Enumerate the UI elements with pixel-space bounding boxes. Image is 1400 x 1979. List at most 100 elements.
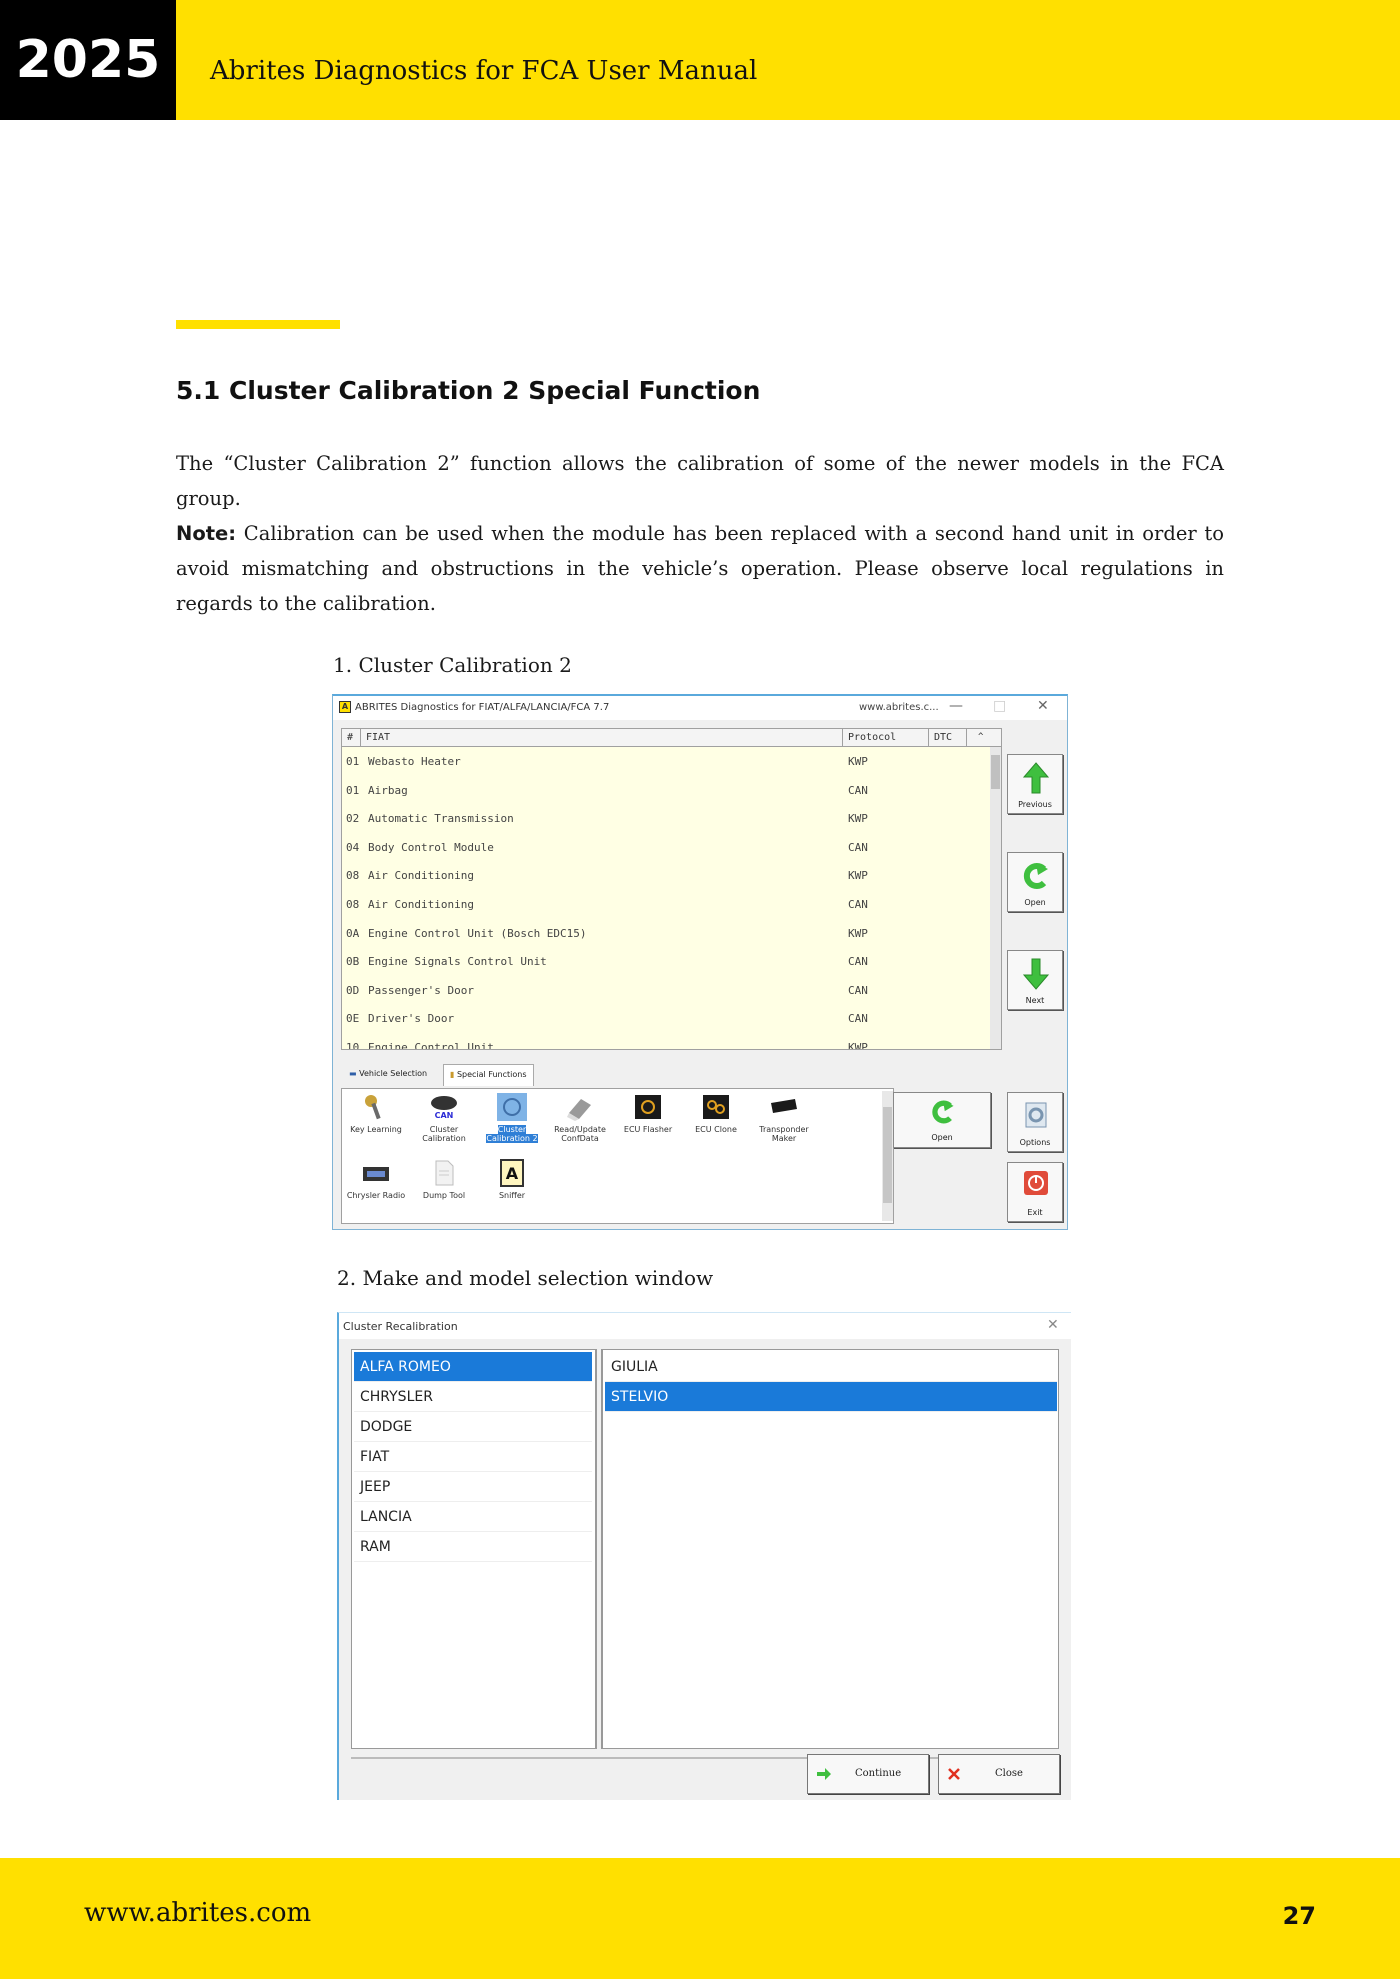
function-key-learning[interactable]: Key Learning [346, 1093, 406, 1134]
function-read-update-confdata[interactable]: Read/Update ConfData [550, 1093, 610, 1143]
scroll-up-icon[interactable]: ^ [978, 732, 983, 742]
function-dump-tool[interactable]: Dump Tool [414, 1159, 474, 1200]
svg-text:CAN: CAN [435, 1111, 454, 1120]
dialog-title: Cluster Recalibration [343, 1320, 458, 1333]
model-list[interactable]: GIULIA STELVIO [601, 1349, 1059, 1749]
module-list-header: # FIAT Protocol DTC ^ [342, 729, 1001, 747]
table-row[interactable]: 02 Automatic Transmission KWP [342, 804, 1001, 833]
tab-vehicle-selection[interactable]: ▬ Vehicle Selection [349, 1064, 427, 1086]
cell-protocol: KWP [848, 755, 868, 768]
function-cluster-calibration-2[interactable]: Cluster Calibration 2 [482, 1093, 542, 1143]
exit-power-icon [1024, 1171, 1048, 1195]
note-label: Note: [176, 522, 237, 545]
cell-protocol: KWP [848, 1041, 868, 1050]
function-ecu-flasher[interactable]: ECU Flasher [618, 1093, 678, 1134]
table-row[interactable]: 01 Airbag CAN [342, 776, 1001, 805]
continue-button[interactable]: Continue [807, 1754, 929, 1794]
list-item[interactable]: CHRYSLER [354, 1382, 592, 1412]
options-button[interactable]: Options [1007, 1092, 1063, 1152]
dialog-titlebar: Cluster Recalibration ✕ [339, 1313, 1071, 1339]
maximize-icon[interactable]: □ [993, 698, 1006, 714]
open-function-button[interactable]: Open [893, 1092, 991, 1148]
cell-protocol: CAN [848, 783, 868, 797]
table-row[interactable]: 0B Engine Signals Control Unit CAN [342, 947, 1001, 976]
cell-protocol: CAN [848, 898, 868, 911]
cluster-gauge-icon: CAN [431, 1096, 457, 1120]
cell-num: 02 [346, 812, 360, 826]
intro-paragraph: The “Cluster Calibration 2” function all… [176, 452, 1224, 510]
close-icon[interactable]: ✕ [1047, 1317, 1059, 1333]
list-item[interactable]: FIAT [354, 1442, 592, 1472]
col-dtc-header[interactable]: DTC [934, 732, 952, 743]
open-module-button[interactable]: Open [1007, 852, 1063, 912]
functions-scrollbar[interactable] [882, 1091, 893, 1221]
module-list-scrollbar[interactable] [990, 747, 1001, 1049]
table-row[interactable]: 0A Engine Control Unit (Bosch EDC15) KWP [342, 919, 1001, 948]
function-sniffer[interactable]: A Sniffer [482, 1159, 542, 1200]
col-num-header[interactable]: # [347, 732, 353, 743]
open-arrow-icon [932, 1100, 954, 1124]
table-row[interactable]: 0E Driver's Door CAN [342, 1004, 1001, 1033]
list-item[interactable]: ALFA ROMEO [354, 1352, 592, 1382]
function-cluster-calibration[interactable]: CAN Cluster Calibration [414, 1093, 474, 1143]
list-item[interactable]: STELVIO [605, 1382, 1057, 1412]
arrow-up-icon [1022, 762, 1050, 794]
cell-name: Engine Control Unit (Bosch EDC15) [368, 926, 587, 940]
arrow-right-icon [817, 1768, 831, 1780]
list-item[interactable]: LANCIA [354, 1502, 592, 1532]
table-row[interactable]: 01 Webasto Heater KWP [342, 747, 1001, 776]
close-icon[interactable]: ✕ [1037, 698, 1049, 714]
function-transponder-maker[interactable]: Transponder Maker [754, 1093, 814, 1143]
list-item[interactable]: GIULIA [605, 1352, 1057, 1382]
table-row[interactable]: 08 Air Conditioning KWP [342, 861, 1001, 890]
tab-special-functions[interactable]: ▮ Special Functions [443, 1064, 534, 1086]
make-list[interactable]: ALFA ROMEO CHRYSLER DODGE FIAT JEEP LANCIA RAM [351, 1349, 597, 1749]
col-protocol-header[interactable]: Protocol [848, 732, 896, 743]
cell-protocol: KWP [848, 926, 868, 940]
function-ecu-clone[interactable]: ECU Clone [686, 1093, 746, 1134]
cell-protocol: KWP [848, 869, 868, 883]
page-footer: www.abrites.com 27 [0, 1858, 1400, 1979]
cluster-calibration-2-icon [497, 1093, 527, 1121]
cell-num: 08 [346, 869, 360, 883]
list-item[interactable]: DODGE [354, 1412, 592, 1442]
page-number: 27 [1282, 1902, 1316, 1930]
next-button[interactable]: Next [1007, 950, 1063, 1010]
function-chrysler-radio[interactable]: Chrysler Radio [346, 1159, 406, 1200]
table-row[interactable]: 08 Air Conditioning CAN [342, 890, 1001, 919]
window-url: www.abrites.c... [859, 702, 939, 713]
cell-num: 08 [346, 898, 360, 911]
cell-protocol: KWP [848, 812, 868, 826]
close-button[interactable]: Close [938, 1754, 1060, 1794]
abrites-logo-icon: A [339, 701, 351, 713]
cell-name: Engine Control Unit [368, 1041, 494, 1050]
cell-name: Automatic Transmission [368, 812, 514, 826]
eraser-icon [567, 1099, 591, 1121]
transponder-icon [771, 1099, 797, 1113]
footer-website: www.abrites.com [84, 1898, 312, 1928]
figure2-caption: 2. Make and model selection window [337, 1266, 714, 1290]
note-text: Calibration can be used when the module … [176, 522, 1224, 615]
cell-name: Airbag [368, 783, 408, 797]
cell-name: Webasto Heater [368, 755, 461, 768]
cell-num: 04 [346, 840, 360, 854]
year-badge: 2025 [0, 0, 176, 120]
module-list[interactable]: # FIAT Protocol DTC ^ 01 Webasto Heater KW… [341, 728, 1002, 1050]
cell-num: 0A [346, 926, 360, 940]
x-close-icon [948, 1768, 960, 1780]
table-row[interactable]: 0D Passenger's Door CAN [342, 976, 1001, 1005]
exit-button[interactable]: Exit [1007, 1162, 1063, 1222]
section-title: 5.1 Cluster Calibration 2 Special Functi… [176, 376, 761, 405]
list-item[interactable]: RAM [354, 1532, 592, 1562]
table-row[interactable]: 04 Body Control Module CAN [342, 833, 1001, 862]
wrench-icon: ▮ [450, 1070, 455, 1079]
list-item[interactable]: JEEP [354, 1472, 592, 1502]
col-name-header[interactable]: FIAT [366, 732, 390, 743]
table-row[interactable]: 10 Engine Control Unit KWP [342, 1033, 1001, 1050]
cluster-recalibration-window: Cluster Recalibration ✕ ALFA ROMEO CHRYSL… [337, 1312, 1071, 1800]
cell-num: 0E [346, 1012, 360, 1026]
special-functions-grid: Key Learning CAN Cluster Calibration Clu… [341, 1088, 894, 1224]
previous-button[interactable]: Previous [1007, 754, 1063, 814]
cell-num: 0D [346, 983, 360, 997]
minimize-icon[interactable]: — [949, 698, 963, 714]
